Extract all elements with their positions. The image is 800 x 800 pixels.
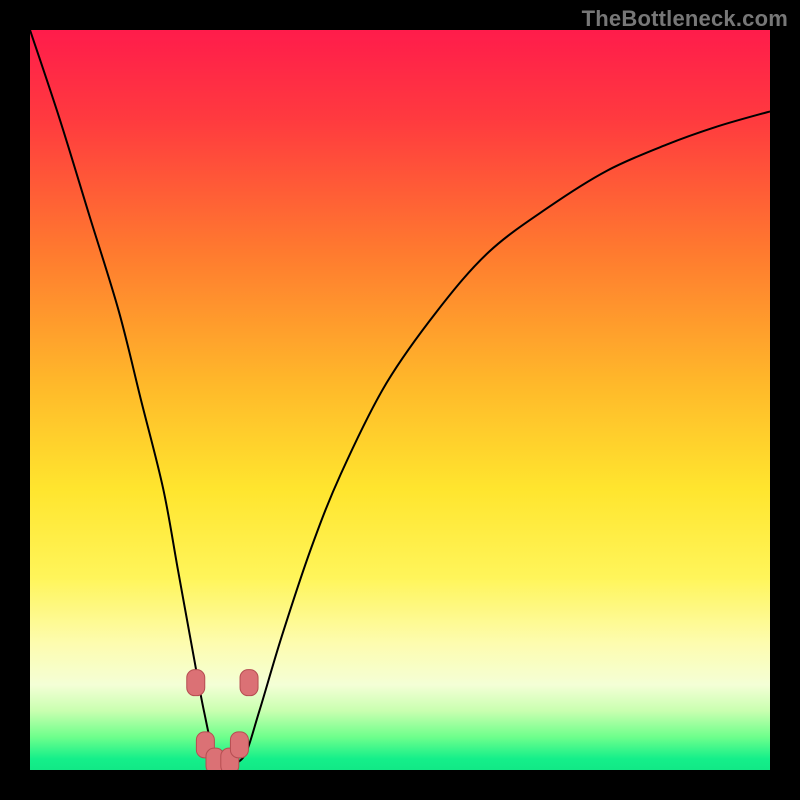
- chart-frame: TheBottleneck.com: [0, 0, 800, 800]
- plot-svg: [30, 30, 770, 770]
- plot-area: [30, 30, 770, 770]
- curve-marker: [187, 670, 205, 696]
- curve-marker: [230, 732, 248, 758]
- curve-marker: [240, 670, 258, 696]
- watermark-text: TheBottleneck.com: [582, 6, 788, 32]
